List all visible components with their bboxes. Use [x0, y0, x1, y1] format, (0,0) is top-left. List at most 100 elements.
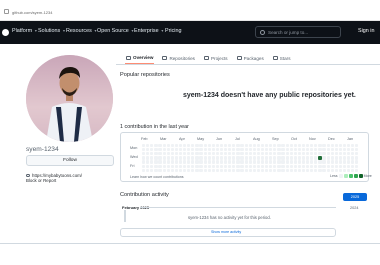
contribution-day-cell[interactable] [260, 156, 265, 160]
contribution-day-cell[interactable] [318, 148, 322, 152]
nav-item-platform[interactable]: Platform ▼ [12, 28, 38, 34]
contribution-day-cell[interactable] [240, 144, 244, 148]
contribution-day-cell[interactable] [195, 152, 199, 156]
contribution-day-cell[interactable] [285, 160, 289, 164]
contribution-day-cell[interactable] [236, 164, 240, 168]
contribution-day-cell[interactable] [174, 144, 179, 148]
contribution-day-cell[interactable] [277, 164, 281, 168]
contribution-day-cell[interactable] [347, 164, 351, 168]
contribution-day-cell[interactable] [306, 156, 310, 160]
contribution-day-cell[interactable] [215, 164, 220, 168]
contribution-day-cell[interactable] [265, 168, 269, 172]
contribution-day-cell[interactable] [318, 168, 322, 172]
contribution-day-cell[interactable] [187, 160, 191, 164]
tab-packages[interactable]: Packages [236, 52, 265, 64]
contribution-day-cell[interactable] [211, 164, 215, 168]
contribution-day-cell[interactable] [224, 164, 228, 168]
contribution-day-cell[interactable] [183, 160, 187, 164]
contribution-day-cell[interactable] [338, 164, 343, 168]
contribution-day-cell[interactable] [236, 168, 240, 172]
contribution-day-cell[interactable] [285, 164, 289, 168]
avatar[interactable] [26, 55, 113, 142]
contribution-day-cell[interactable] [342, 164, 347, 168]
contribution-day-cell[interactable] [252, 156, 256, 160]
contribution-day-cell[interactable] [256, 164, 261, 168]
contribution-day-cell[interactable] [244, 160, 248, 164]
contribution-day-cell[interactable] [330, 148, 334, 152]
contribution-day-cell[interactable] [158, 160, 162, 164]
tab-repositories[interactable]: Repositories [161, 52, 196, 64]
contribution-day-cell[interactable] [203, 164, 207, 168]
contribution-day-cell[interactable] [252, 168, 256, 172]
contribution-day-cell[interactable] [293, 168, 297, 172]
contribution-day-cell[interactable] [203, 160, 207, 164]
contribution-day-cell[interactable] [306, 160, 310, 164]
contribution-day-cell[interactable] [330, 156, 334, 160]
contribution-day-cell[interactable] [281, 144, 285, 148]
contribution-day-cell[interactable] [236, 152, 240, 156]
contribution-day-cell[interactable] [199, 164, 203, 168]
year-2024-link[interactable]: 2024 [350, 206, 358, 210]
contribution-day-cell[interactable] [310, 168, 314, 172]
contribution-day-cell[interactable] [248, 148, 252, 152]
contribution-day-cell[interactable] [240, 160, 244, 164]
contribution-day-cell[interactable] [281, 148, 285, 152]
learn-contributions-link[interactable]: Learn how we count contributions [130, 175, 184, 179]
contribution-day-cell[interactable] [158, 156, 162, 160]
contribution-day-cell[interactable] [355, 156, 359, 160]
contribution-day-cell[interactable] [150, 156, 154, 160]
contribution-day-cell[interactable] [248, 160, 252, 164]
contribution-day-cell[interactable] [146, 160, 150, 164]
contribution-day-cell[interactable] [195, 168, 199, 172]
contribution-day-cell[interactable] [142, 168, 146, 172]
contribution-day-cell[interactable] [330, 160, 334, 164]
contribution-day-cell[interactable] [306, 164, 310, 168]
browser-url-bar[interactable]: github.com/syem-1234 [0, 0, 380, 21]
contribution-day-cell[interactable] [174, 156, 179, 160]
contribution-day-cell[interactable] [338, 168, 343, 172]
sign-in-link[interactable]: Sign in [358, 28, 374, 34]
contribution-day-cell[interactable] [170, 160, 174, 164]
contribution-day-cell[interactable] [228, 160, 232, 164]
contribution-day-cell[interactable] [322, 144, 326, 148]
contribution-day-cell[interactable] [269, 168, 273, 172]
contribution-day-cell[interactable] [183, 164, 187, 168]
contribution-day-cell[interactable] [314, 156, 318, 160]
contribution-day-cell[interactable] [351, 164, 355, 168]
contribution-day-cell[interactable] [285, 168, 289, 172]
contribution-day-cell[interactable] [199, 148, 203, 152]
contribution-day-cell[interactable] [285, 156, 289, 160]
contribution-day-cell[interactable] [277, 160, 281, 164]
contribution-day-cell[interactable] [334, 164, 338, 168]
contribution-day-cell[interactable] [146, 156, 150, 160]
contribution-day-cell[interactable] [154, 152, 158, 156]
contribution-day-cell[interactable] [297, 144, 302, 148]
contribution-day-cell[interactable] [322, 168, 326, 172]
contribution-day-cell[interactable] [330, 144, 334, 148]
nav-item-resources[interactable]: Resources ▼ [66, 28, 97, 34]
contribution-day-cell[interactable] [174, 168, 179, 172]
contribution-day-cell[interactable] [322, 156, 326, 160]
contribution-day-cell[interactable] [203, 144, 207, 148]
contribution-day-cell[interactable] [248, 164, 252, 168]
contribution-day-cell[interactable] [256, 156, 261, 160]
contribution-day-cell[interactable] [166, 144, 170, 148]
contribution-day-cell[interactable] [265, 164, 269, 168]
contribution-day-cell[interactable] [178, 168, 183, 172]
contribution-day-cell[interactable] [178, 156, 183, 160]
contribution-day-cell[interactable] [248, 156, 252, 160]
contribution-day-cell[interactable] [326, 148, 330, 152]
contribution-day-cell[interactable] [244, 144, 248, 148]
contribution-day-cell[interactable] [244, 148, 248, 152]
contribution-day-cell[interactable] [228, 168, 232, 172]
contribution-day-cell[interactable] [211, 156, 215, 160]
contribution-day-cell[interactable] [334, 156, 338, 160]
contribution-day-cell[interactable] [183, 156, 187, 160]
block-or-report-link[interactable]: Block or Report [26, 178, 56, 183]
contribution-day-cell[interactable] [215, 156, 220, 160]
contribution-day-cell[interactable] [199, 144, 203, 148]
contribution-day-cell[interactable] [342, 168, 347, 172]
contribution-day-cell[interactable] [207, 156, 211, 160]
contribution-day-cell[interactable] [351, 168, 355, 172]
contribution-day-cell[interactable] [322, 164, 326, 168]
